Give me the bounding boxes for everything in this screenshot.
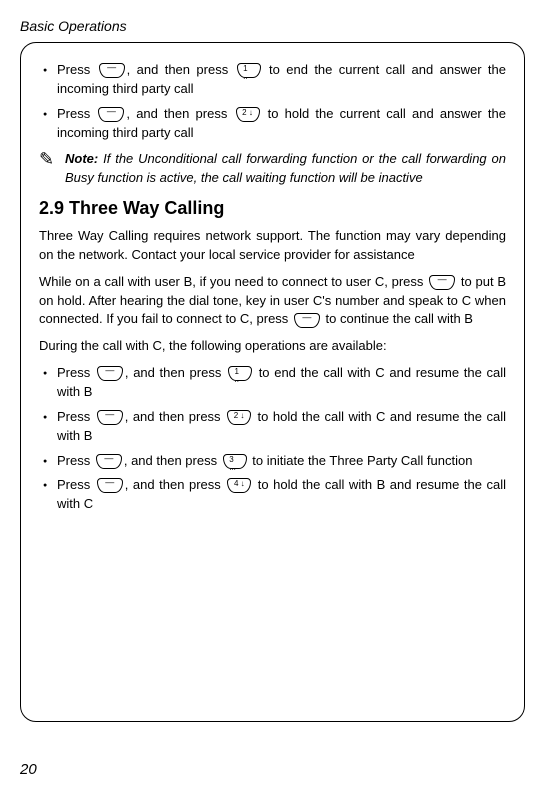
note-body: If the Unconditional call forwarding fun… bbox=[65, 151, 506, 185]
text-span: , and then press bbox=[127, 62, 235, 77]
key-label: 1 .. bbox=[243, 65, 254, 81]
bullet-dot-icon bbox=[39, 105, 57, 143]
text-span: While on a call with user B, if you need… bbox=[39, 274, 427, 289]
bullet-item: Press , and then press 1 .. to end the c… bbox=[39, 364, 506, 402]
softkey-icon bbox=[96, 454, 122, 469]
bullet-text: Press , and then press 2 ↓ to hold the c… bbox=[57, 105, 506, 143]
key-label: 1 .. bbox=[235, 368, 246, 384]
note-text: Note: If the Unconditional call forwardi… bbox=[65, 150, 506, 188]
note-block: ✎ Note: If the Unconditional call forwar… bbox=[39, 150, 506, 188]
text-span: Press bbox=[57, 62, 97, 77]
key-4-icon: 4 ↓ bbox=[227, 478, 251, 493]
bullet-text: Press , and then press 1 .. to end the c… bbox=[57, 364, 506, 402]
bullet-text: Press , and then press 2 ↓ to hold the c… bbox=[57, 408, 506, 446]
text-span: to continue the call with B bbox=[322, 311, 473, 326]
bullet-item: Press , and then press 2 ↓ to hold the c… bbox=[39, 105, 506, 143]
softkey-icon bbox=[429, 275, 455, 290]
text-span: Press bbox=[57, 477, 95, 492]
key-label: 4 ↓ bbox=[234, 480, 245, 488]
softkey-icon bbox=[97, 478, 123, 493]
bullet-item: Press , and then press 1 .. to end the c… bbox=[39, 61, 506, 99]
bullet-item: Press , and then press 3 ... to initiate… bbox=[39, 452, 506, 471]
bullet-dot-icon bbox=[39, 452, 57, 471]
page-number: 20 bbox=[20, 761, 37, 778]
text-span: Press bbox=[57, 409, 95, 424]
key-2-icon: 2 ↓ bbox=[227, 410, 251, 425]
key-label: 2 ↓ bbox=[234, 412, 245, 420]
bullet-text: Press , and then press 3 ... to initiate… bbox=[57, 452, 506, 471]
bullet-dot-icon bbox=[39, 408, 57, 446]
text-span: to hold the current call and answer the … bbox=[57, 106, 506, 140]
softkey-icon bbox=[294, 313, 320, 328]
bullet-item: Press , and then press 2 ↓ to hold the c… bbox=[39, 408, 506, 446]
softkey-icon bbox=[97, 366, 123, 381]
bullet-dot-icon bbox=[39, 61, 57, 99]
key-3-icon: 3 ... bbox=[223, 454, 247, 469]
softkey-icon bbox=[97, 410, 123, 425]
text-span: Press bbox=[57, 106, 96, 121]
key-1-icon: 1 .. bbox=[228, 366, 252, 381]
text-span: , and then press bbox=[125, 409, 225, 424]
text-span: , and then press bbox=[125, 477, 226, 492]
bullet-text: Press , and then press 1 .. to end the c… bbox=[57, 61, 506, 99]
text-span: , and then press bbox=[124, 453, 221, 468]
bullet-dot-icon bbox=[39, 476, 57, 514]
text-span: Press bbox=[57, 365, 95, 380]
paragraph: During the call with C, the following op… bbox=[39, 337, 506, 356]
note-label: Note: bbox=[65, 151, 98, 166]
paragraph: While on a call with user B, if you need… bbox=[39, 273, 506, 330]
text-span: , and then press bbox=[126, 106, 233, 121]
paragraph: Three Way Calling requires network suppo… bbox=[39, 227, 506, 265]
key-label: 2 ↓ bbox=[242, 109, 253, 117]
note-icon: ✎ bbox=[39, 150, 65, 188]
bullet-text: Press , and then press 4 ↓ to hold the c… bbox=[57, 476, 506, 514]
section-heading: 2.9 Three Way Calling bbox=[39, 198, 506, 219]
page-container: Basic Operations Press , and then press … bbox=[0, 0, 545, 732]
header-title: Basic Operations bbox=[20, 18, 525, 34]
text-span: to initiate the Three Party Call functio… bbox=[249, 453, 473, 468]
content-box: Press , and then press 1 .. to end the c… bbox=[20, 42, 525, 722]
text-span: Press bbox=[57, 453, 94, 468]
softkey-icon bbox=[98, 107, 124, 122]
key-label: 3 ... bbox=[229, 456, 240, 472]
bullet-dot-icon bbox=[39, 364, 57, 402]
text-span: , and then press bbox=[125, 365, 226, 380]
softkey-icon bbox=[99, 63, 125, 78]
key-2-icon: 2 ↓ bbox=[236, 107, 260, 122]
bullet-item: Press , and then press 4 ↓ to hold the c… bbox=[39, 476, 506, 514]
key-1-icon: 1 .. bbox=[237, 63, 261, 78]
